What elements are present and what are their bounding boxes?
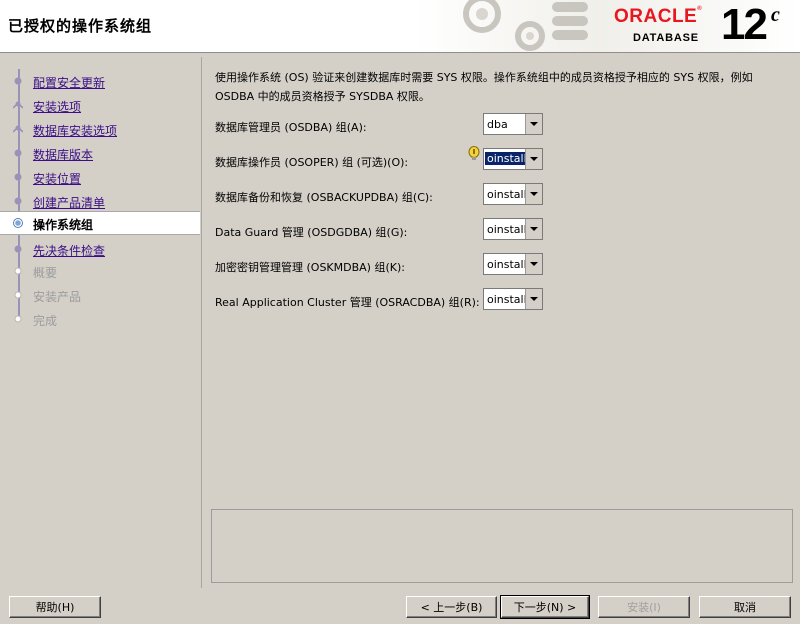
step-done-icon — [14, 149, 22, 157]
osdgdba-group-label: Data Guard 管理 (OSDGDBA) 组(G): — [215, 226, 408, 239]
step-branch-icon — [13, 101, 23, 109]
nav-step-label: 概要 — [33, 266, 58, 280]
lightbulb-hint-icon[interactable] — [467, 146, 481, 162]
step-navigation: 配置安全更新 安装选项 数据库安装选项 数据库版本 安装位置 创建产品清单 操作… — [0, 57, 201, 588]
combo-value: oinstall — [487, 223, 527, 236]
nav-step-finish: 完成 — [0, 308, 200, 330]
version-number: 12 — [721, 0, 768, 49]
nav-step-label: 创建产品清单 — [33, 196, 106, 210]
nav-step-label: 安装选项 — [33, 100, 82, 114]
step-current-icon — [13, 218, 23, 228]
step-done-icon — [14, 173, 22, 181]
osbackupdba-group-select[interactable]: oinstall — [483, 183, 543, 205]
nav-step-label: 先决条件检查 — [33, 244, 106, 258]
nav-step-label: 操作系统组 — [33, 218, 94, 232]
combo-value: oinstall — [487, 258, 527, 271]
osdgdba-group-select[interactable]: oinstall — [483, 218, 543, 240]
gears-decoration-icon — [463, 0, 588, 51]
description-text: 使用操作系统 (OS) 验证来创建数据库时需要 SYS 权限。操作系统组中的成员… — [215, 71, 753, 103]
install-button: 安装(I) — [598, 596, 690, 618]
combo-value: oinstall — [487, 188, 527, 201]
step-branch-icon — [13, 125, 23, 133]
next-button[interactable]: 下一步(N) > — [500, 595, 590, 619]
osracdba-group-label: Real Application Cluster 管理 (OSRACDBA) 组… — [215, 296, 480, 309]
nav-step-label: 安装位置 — [33, 172, 82, 186]
help-button[interactable]: 帮助(H) — [9, 596, 101, 618]
step-disabled-icon — [14, 291, 22, 299]
back-button[interactable]: < 上一步(B) — [406, 596, 497, 618]
osdba-group-label: 数据库管理员 (OSDBA) 组(A): — [215, 121, 367, 134]
combo-value: oinstall — [484, 151, 530, 166]
step-disabled-icon — [14, 315, 22, 323]
nav-step-db-install-option[interactable]: 数据库安装选项 — [0, 118, 200, 140]
oracle-logo: ORACLE® — [614, 6, 703, 27]
nav-step-security-updates[interactable]: 配置安全更新 — [0, 70, 200, 92]
message-area — [211, 509, 793, 583]
nav-step-label: 数据库安装选项 — [33, 124, 118, 138]
nav-step-install-location[interactable]: 安装位置 — [0, 166, 200, 188]
nav-step-create-inventory[interactable]: 创建产品清单 — [0, 190, 200, 212]
step-pending-icon — [14, 245, 22, 253]
step-done-icon — [14, 197, 22, 205]
nav-step-label: 安装产品 — [33, 290, 82, 304]
page-title: 已授权的操作系统组 — [8, 17, 153, 35]
nav-step-summary: 概要 — [0, 260, 200, 282]
version-suffix: c — [771, 4, 780, 26]
nav-step-db-edition[interactable]: 数据库版本 — [0, 142, 200, 164]
oskmdba-group-select[interactable]: oinstall — [483, 253, 543, 275]
cancel-button[interactable]: 取消 — [699, 596, 791, 618]
chevron-down-icon[interactable] — [525, 219, 542, 239]
nav-step-label: 完成 — [33, 314, 58, 328]
nav-step-label: 配置安全更新 — [33, 76, 106, 90]
chevron-down-icon[interactable] — [525, 149, 542, 169]
nav-step-label: 数据库版本 — [33, 148, 94, 162]
osoper-group-label: 数据库操作员 (OSOPER) 组 (可选)(O): — [215, 156, 409, 169]
combo-value: dba — [487, 118, 508, 131]
osoper-group-select[interactable]: oinstall — [483, 148, 543, 170]
osbackupdba-group-label: 数据库备份和恢复 (OSBACKUPDBA) 组(C): — [215, 191, 433, 204]
combo-value: oinstall — [487, 293, 527, 306]
oskmdba-group-label: 加密密钥管理管理 (OSKMDBA) 组(K): — [215, 261, 405, 274]
nav-step-install-option[interactable]: 安装选项 — [0, 94, 200, 116]
chevron-down-icon[interactable] — [525, 289, 542, 309]
chevron-down-icon[interactable] — [525, 114, 542, 134]
step-done-icon — [14, 77, 22, 85]
step-disabled-icon — [14, 267, 22, 275]
header-banner: 已授权的操作系统组 ORACLE® DATABASE 12 c — [0, 0, 800, 53]
chevron-down-icon[interactable] — [525, 184, 542, 204]
osdba-group-select[interactable]: dba — [483, 113, 543, 135]
database-logo-text: DATABASE — [633, 32, 699, 44]
osracdba-group-select[interactable]: oinstall — [483, 288, 543, 310]
content-panel: 使用操作系统 (OS) 验证来创建数据库时需要 SYS 权限。操作系统组中的成员… — [201, 57, 800, 588]
nav-step-install-product: 安装产品 — [0, 284, 200, 306]
nav-step-os-groups[interactable]: 操作系统组 — [0, 211, 200, 235]
chevron-down-icon[interactable] — [525, 254, 542, 274]
nav-step-prereq-checks[interactable]: 先决条件检查 — [0, 238, 200, 260]
